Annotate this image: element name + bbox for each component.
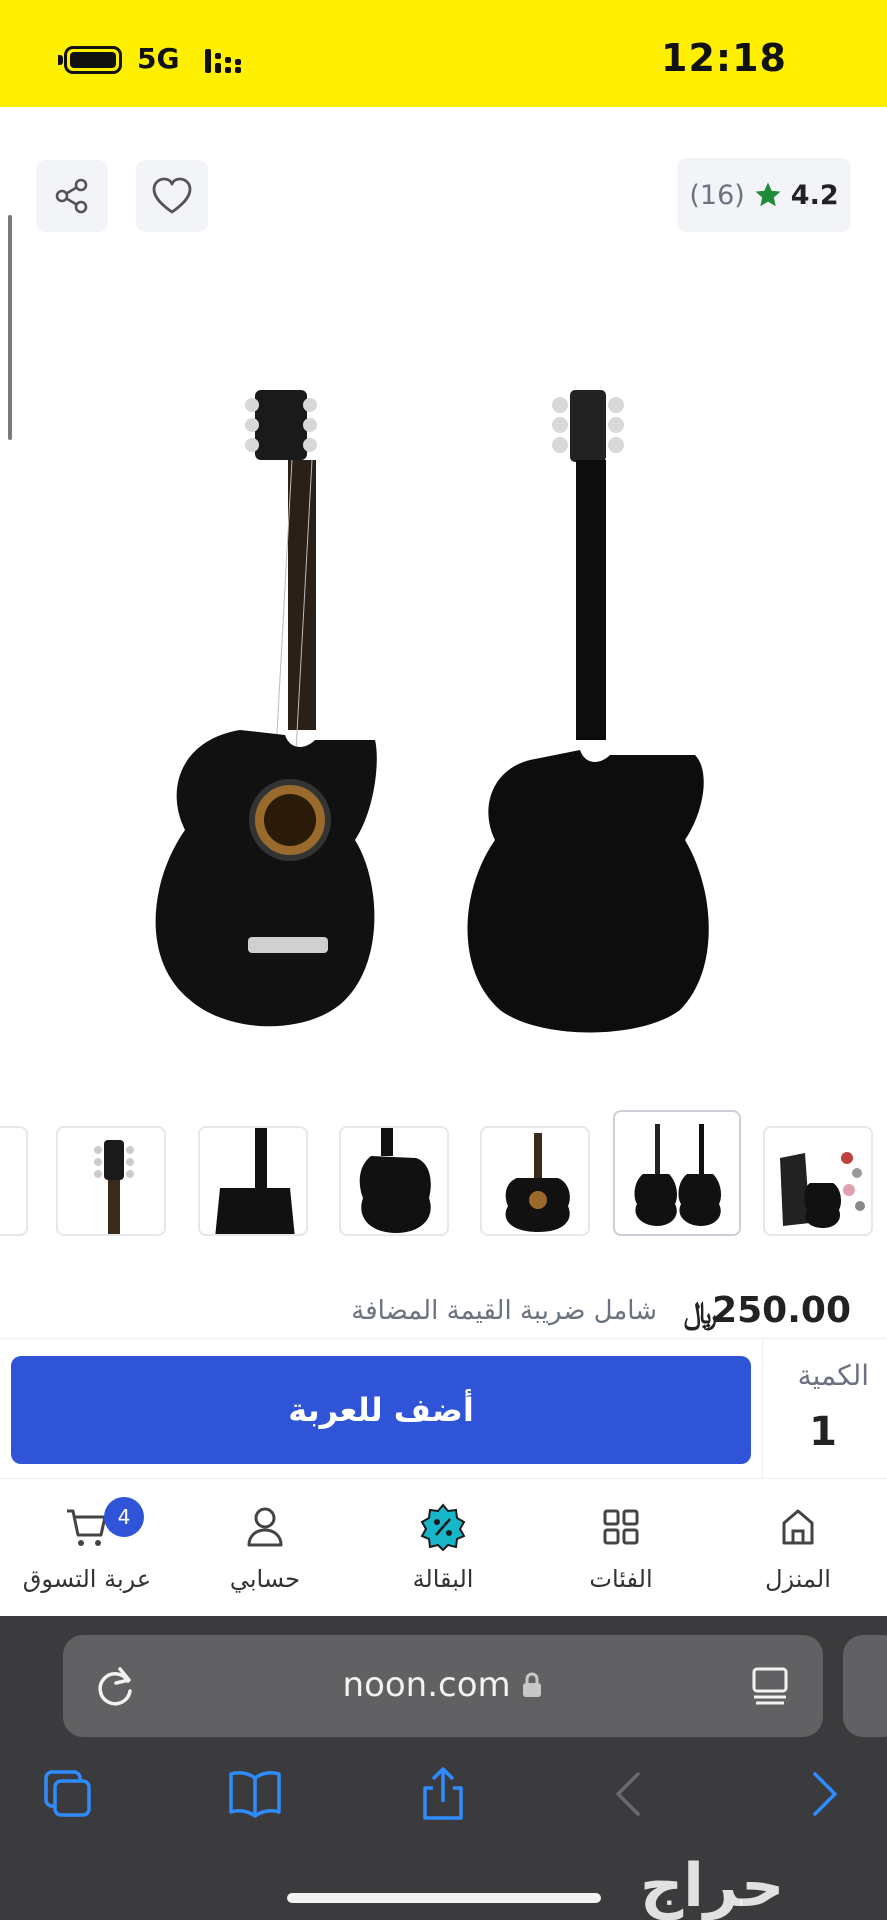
cart-area: أضف للعربة الكمية 1 (0, 1338, 887, 1479)
thumbnail-headstock[interactable] (56, 1126, 166, 1236)
scroll-indicator (8, 215, 12, 440)
forward-icon[interactable] (793, 1764, 853, 1824)
star-icon (755, 182, 781, 207)
quantity-value: 1 (809, 1409, 837, 1455)
tab-overview-icon[interactable] (747, 1663, 793, 1709)
back-icon[interactable] (600, 1764, 660, 1824)
bottom-nav: المنزل الفئات البقالة حسابي 4 عربة التسو… (0, 1478, 887, 1616)
thumbnail-side[interactable] (198, 1126, 308, 1236)
cart-badge: 4 (104, 1497, 144, 1537)
thumbnail-back[interactable] (339, 1126, 449, 1236)
vat-note: شامل ضريبة القيمة المضافة (351, 1296, 657, 1326)
product-image[interactable] (140, 360, 760, 1040)
price-value: 250.00 (712, 1290, 851, 1331)
nav-cart[interactable]: 4 عربة التسوق (12, 1497, 162, 1603)
nav-categories[interactable]: الفئات (546, 1503, 696, 1603)
lock-icon (523, 1672, 542, 1697)
share-sheet-icon[interactable] (413, 1764, 473, 1824)
thumbnail-pair-active[interactable] (613, 1110, 741, 1236)
url-domain: noon.com (342, 1665, 511, 1705)
tabs-icon[interactable] (38, 1764, 98, 1824)
grid-icon (603, 1509, 639, 1545)
heart-icon (152, 177, 192, 214)
battery-icon (64, 46, 122, 74)
nav-account-label: حسابي (229, 1565, 301, 1593)
battery-cap (58, 55, 63, 65)
currency-symbol: ﷼ (683, 1296, 717, 1331)
quantity-selector[interactable]: الكمية 1 (762, 1339, 887, 1479)
next-tab-preview[interactable] (843, 1635, 887, 1737)
url-text: noon.com (63, 1665, 823, 1705)
nav-grocery-label: البقالة (412, 1565, 474, 1593)
clock: 12:18 (661, 36, 787, 80)
nav-home-label: المنزل (765, 1565, 831, 1593)
home-indicator (287, 1893, 601, 1903)
signal-icon (205, 49, 241, 73)
rating-pill[interactable]: (16) 4.2 (677, 158, 851, 232)
browser-toolbar: noon.com حراج (0, 1616, 887, 1920)
user-icon (247, 1507, 283, 1547)
cart-icon (67, 1509, 107, 1546)
screen: 5G 12:18 (16) 4.2 250.00 ﷼ شامل ضريبة ال… (0, 0, 887, 1920)
guitar-back-illustration (467, 390, 709, 1033)
bookmarks-icon[interactable] (225, 1764, 285, 1824)
home-icon (782, 1509, 814, 1545)
thumbnail-strip (0, 1110, 887, 1240)
rating-value: 4.2 (790, 179, 839, 211)
price-row: 250.00 ﷼ شامل ضريبة القيمة المضافة (0, 1290, 887, 1338)
network-label: 5G (137, 42, 180, 75)
nav-categories-label: الفئات (589, 1565, 653, 1593)
percent-badge-icon (420, 1503, 466, 1551)
thumbnail-partial[interactable] (0, 1126, 28, 1236)
status-bar: 5G 12:18 (0, 0, 887, 107)
address-bar[interactable]: noon.com (63, 1635, 823, 1737)
nav-home[interactable]: المنزل (723, 1503, 873, 1603)
thumbnail-front[interactable] (480, 1126, 590, 1236)
haraj-watermark: حراج (640, 1851, 785, 1920)
add-to-cart-button[interactable]: أضف للعربة (11, 1356, 751, 1464)
guitar-front-illustration (155, 390, 377, 1027)
nav-grocery[interactable]: البقالة (368, 1503, 518, 1603)
share-button[interactable] (36, 160, 108, 232)
quantity-label: الكمية (797, 1359, 869, 1392)
wishlist-button[interactable] (136, 160, 208, 232)
review-count: (16) (689, 179, 745, 211)
nav-cart-label: عربة التسوق (22, 1565, 152, 1593)
nav-account[interactable]: حسابي (190, 1503, 340, 1603)
share-icon (55, 178, 88, 214)
thumbnail-accessories[interactable] (763, 1126, 873, 1236)
